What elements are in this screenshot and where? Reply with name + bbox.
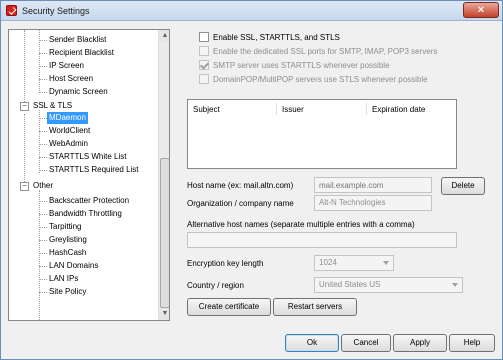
tree-connector	[39, 110, 40, 173]
tree-item-webadmin[interactable]: WebAdmin	[47, 138, 90, 150]
title-bar[interactable]: Security Settings ×	[1, 1, 502, 21]
tree-connector	[39, 157, 47, 158]
dedicated-ports-checkbox[interactable]	[199, 46, 209, 56]
column-issuer[interactable]: Issuer	[282, 105, 304, 114]
tree-connector	[39, 253, 47, 254]
tree-item-site-policy[interactable]: Site Policy	[47, 286, 88, 298]
tree-connector	[39, 214, 47, 215]
tree-connector	[39, 279, 47, 280]
create-certificate-button[interactable]: Create certificate	[187, 298, 271, 316]
tree-connector	[39, 292, 47, 293]
security-settings-window: Security Settings × Sender Blacklist Rec…	[0, 0, 503, 360]
tree-item-host-screen[interactable]: Host Screen	[47, 73, 95, 85]
chevron-down-icon	[452, 283, 458, 287]
country-value: United States US	[319, 280, 381, 289]
tree-item-greylisting[interactable]: Greylisting	[47, 234, 89, 246]
column-subject[interactable]: Subject	[193, 105, 220, 114]
tree-item-starttls-white-list[interactable]: STARTTLS White List	[47, 151, 129, 163]
tree-item-hashcash[interactable]: HashCash	[47, 247, 88, 259]
tree-connector	[39, 40, 47, 41]
cancel-button[interactable]: Cancel	[341, 334, 391, 352]
enable-ssl-checkbox[interactable]	[199, 32, 209, 42]
domainpop-stls-checkbox[interactable]	[199, 74, 209, 84]
key-length-label: Encryption key length	[187, 259, 264, 268]
tree-item-dynamic-screen[interactable]: Dynamic Screen	[47, 86, 110, 98]
tree-item-worldclient[interactable]: WorldClient	[47, 125, 92, 137]
domainpop-stls-label: DomainPOP/MultiPOP servers use STLS when…	[213, 75, 428, 84]
tree-connector	[39, 227, 47, 228]
tree-connector	[39, 131, 47, 132]
tree-item-starttls-required-list[interactable]: STARTTLS Required List	[47, 164, 141, 176]
tree-item-bandwidth-throttling[interactable]: Bandwidth Throttling	[47, 208, 124, 220]
tree-connector	[39, 190, 40, 320]
delete-button[interactable]: Delete	[441, 177, 485, 195]
tree-item-lan-domains[interactable]: LAN Domains	[47, 260, 100, 272]
smtp-starttls-checkbox[interactable]	[199, 60, 209, 70]
column-separator	[366, 103, 367, 115]
tree-connector	[39, 266, 47, 267]
tree-connector	[24, 114, 25, 188]
tree-item-mdaemon[interactable]: MDaemon	[47, 112, 88, 124]
ok-button[interactable]: Ok	[285, 334, 339, 352]
key-length-select[interactable]: 1024	[314, 255, 394, 271]
tree-item-recipient-blacklist[interactable]: Recipient Blacklist	[47, 47, 116, 59]
tree-connector	[39, 144, 47, 145]
chevron-down-icon	[383, 261, 389, 265]
help-button[interactable]: Help	[449, 334, 495, 352]
tree-connector	[39, 92, 47, 93]
tree-scrollbar[interactable]: ▲ ▼	[158, 30, 169, 320]
tree-connector	[39, 240, 47, 241]
tree-connector	[39, 79, 47, 80]
tree-connector	[24, 30, 25, 110]
apply-button[interactable]: Apply	[393, 334, 447, 352]
key-length-value: 1024	[319, 258, 337, 267]
tree-item-ssl-tls[interactable]: SSL & TLS	[31, 100, 74, 112]
enable-ssl-label: Enable SSL, STARTTLS, and STLS	[213, 33, 340, 42]
alt-host-names-input[interactable]	[187, 232, 457, 248]
alt-host-names-label: Alternative host names (separate multipl…	[187, 220, 415, 229]
window-title: Security Settings	[22, 6, 90, 16]
organization-input[interactable]: Alt-N Technologies	[314, 195, 432, 211]
host-name-label: Host name (ex: mail.altn.com)	[187, 181, 294, 190]
tree-connector	[39, 170, 47, 171]
tree-item-other[interactable]: Other	[31, 180, 55, 192]
host-name-input[interactable]	[314, 177, 432, 193]
column-separator	[276, 103, 277, 115]
app-icon	[6, 5, 17, 16]
tree-connector	[39, 66, 47, 67]
close-button[interactable]: ×	[463, 2, 499, 18]
column-expiration-date[interactable]: Expiration date	[372, 105, 425, 114]
dedicated-ports-label: Enable the dedicated SSL ports for SMTP,…	[213, 47, 438, 56]
tree-connector	[39, 118, 47, 119]
tree-connector	[39, 53, 47, 54]
restart-servers-button[interactable]: Restart servers	[273, 298, 357, 316]
tree-item-lan-ips[interactable]: LAN IPs	[47, 273, 80, 285]
settings-tree: Sender Blacklist Recipient Blacklist IP …	[8, 29, 170, 321]
scroll-up-icon[interactable]: ▲	[159, 30, 169, 42]
collapse-other-icon[interactable]: −	[20, 182, 29, 191]
organization-label: Organization / company name	[187, 199, 294, 208]
country-label: Country / region	[187, 281, 244, 290]
tree-connector	[39, 201, 47, 202]
country-select[interactable]: United States US	[314, 277, 463, 293]
smtp-starttls-label: SMTP server uses STARTTLS whenever possi…	[213, 61, 390, 70]
scroll-thumb[interactable]	[160, 158, 169, 308]
tree-item-sender-blacklist[interactable]: Sender Blacklist	[47, 34, 108, 46]
tree-item-backscatter-protection[interactable]: Backscatter Protection	[47, 195, 131, 207]
collapse-ssl-tls-icon[interactable]: −	[20, 102, 29, 111]
certificate-list[interactable]: Subject Issuer Expiration date	[187, 99, 457, 169]
tree-item-tarpitting[interactable]: Tarpitting	[47, 221, 83, 233]
scroll-down-icon[interactable]: ▼	[159, 308, 169, 320]
tree-item-ip-screen[interactable]: IP Screen	[47, 60, 86, 72]
